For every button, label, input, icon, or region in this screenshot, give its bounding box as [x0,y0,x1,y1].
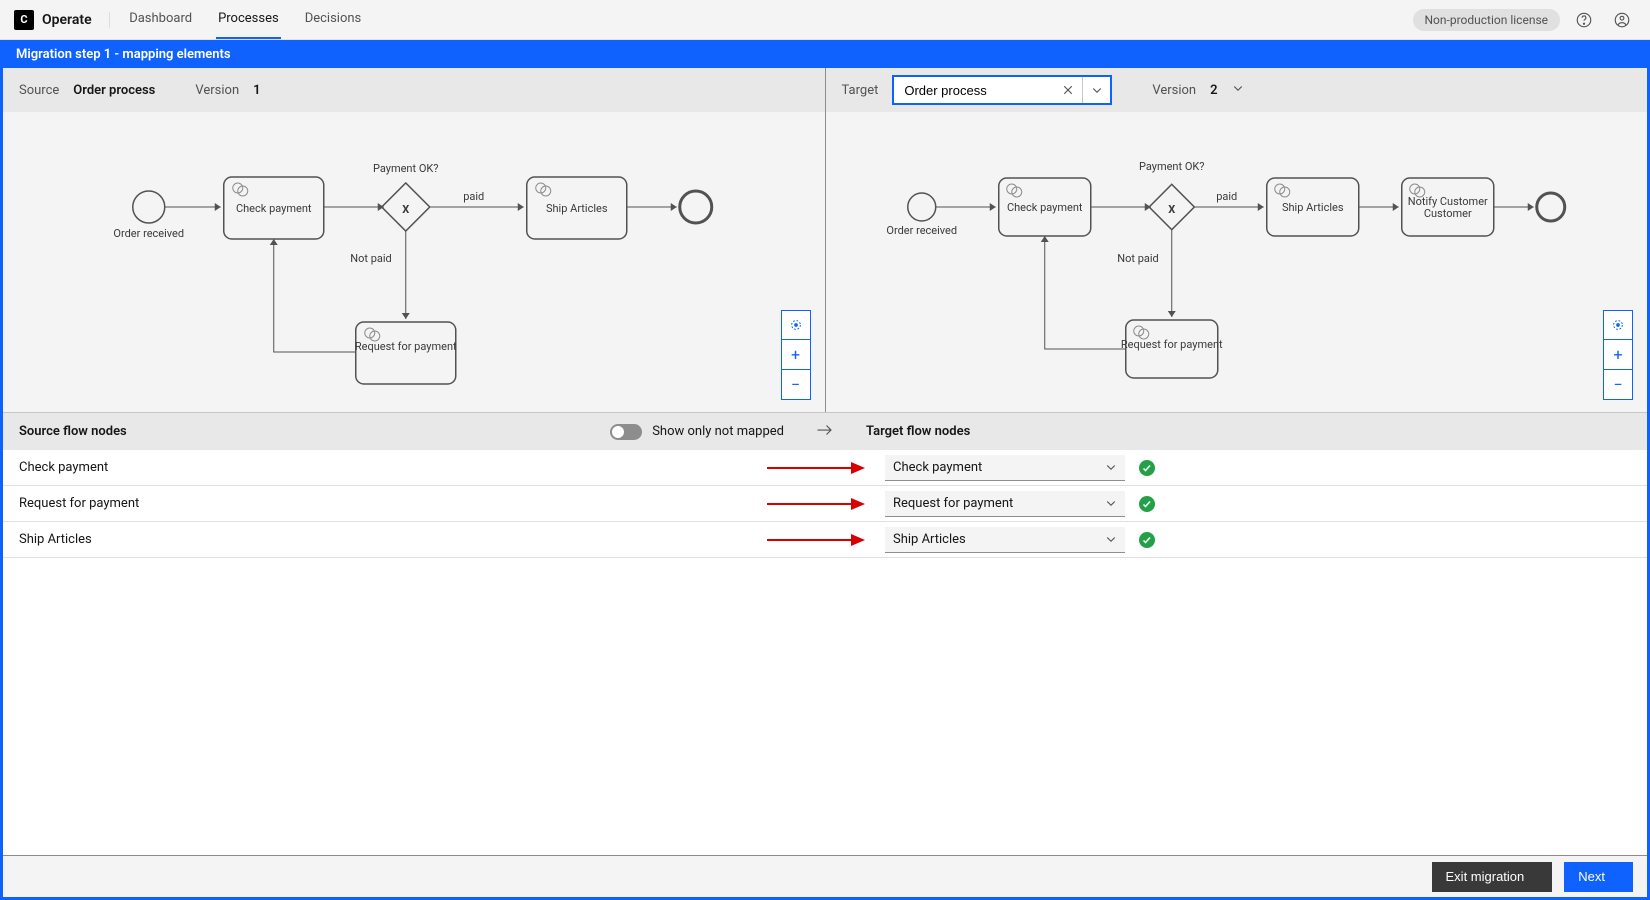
migration-step-title: Migration step 1 - mapping elements [0,40,1650,68]
source-node: Check payment [19,460,765,475]
svg-text:Request for payment: Request for payment [1120,338,1222,351]
chevron-down-icon[interactable] [1082,77,1110,103]
status-ok-icon [1139,532,1155,548]
mapping-row: Request for payment Request for payment [3,486,1647,522]
zoom-in-icon[interactable]: + [781,340,811,370]
target-version: 2 [1210,83,1217,98]
nav-links: Dashboard Processes Decisions [127,0,363,39]
source-version: 1 [253,83,260,98]
target-label: Target [842,83,879,98]
svg-text:paid: paid [1216,190,1237,203]
svg-text:X: X [402,203,409,216]
svg-text:Ship Articles: Ship Articles [546,202,608,215]
mapping-row: Ship Articles Ship Articles [3,522,1647,558]
svg-text:Payment OK?: Payment OK? [1138,160,1204,173]
target-flow-nodes-label: Target flow nodes [866,424,970,439]
zoom-out-icon[interactable]: − [1603,370,1633,400]
target-node-select[interactable]: Request for payment [885,491,1125,517]
source-version-label: Version [195,83,239,98]
svg-text:Payment OK?: Payment OK? [373,162,439,175]
mapping-arrow-icon [765,533,885,547]
source-node: Ship Articles [19,532,765,547]
mapping-rows: Check payment Check payment Request for … [3,450,1647,855]
license-pill: Non-production license [1413,9,1561,31]
source-node: Request for payment [19,496,765,511]
nav-separator: | [108,9,112,30]
target-node-select[interactable]: Check payment [885,455,1125,481]
source-label: Source [19,83,59,98]
source-context: Source Order process Version 1 [3,68,825,112]
forward-arrow-icon [816,423,834,441]
svg-text:X: X [1168,203,1175,216]
help-icon[interactable] [1570,6,1598,34]
mapping-header: Source flow nodes Show only not mapped T… [3,412,1647,450]
brand: C Operate [14,10,92,30]
svg-text:Order received: Order received [113,227,184,240]
status-ok-icon [1139,496,1155,512]
clear-icon[interactable] [1054,77,1082,103]
target-node-select[interactable]: Ship Articles [885,527,1125,553]
user-icon[interactable] [1608,6,1636,34]
target-node-value: Check payment [893,460,982,475]
diagrams-row: Order received Check payment X Payment O… [3,112,1647,412]
footer: Exit migration Next [3,855,1647,897]
target-context: Target Version 2 [825,68,1648,112]
svg-text:Not paid: Not paid [350,252,392,265]
top-nav: C Operate | Dashboard Processes Decision… [0,0,1650,40]
svg-text:Request for payment: Request for payment [355,340,457,353]
target-process-input[interactable] [894,83,1054,98]
source-process: Order process [73,83,155,98]
nav-processes[interactable]: Processes [216,0,281,39]
show-only-not-mapped-toggle[interactable] [610,424,642,440]
brand-text: Operate [42,12,92,28]
next-button[interactable]: Next [1564,862,1633,892]
source-flow-nodes-label: Source flow nodes [19,424,127,439]
nav-decisions[interactable]: Decisions [303,0,364,39]
target-node-value: Request for payment [893,496,1013,511]
svg-text:Customer: Customer [1423,207,1471,220]
target-version-dd[interactable] [1232,82,1244,98]
svg-text:Ship Articles: Ship Articles [1281,201,1343,214]
status-ok-icon [1139,460,1155,476]
source-diagram[interactable]: Order received Check payment X Payment O… [3,112,825,412]
mapping-arrow-icon [765,461,885,475]
target-version-label: Version [1152,83,1196,98]
exit-migration-button[interactable]: Exit migration [1432,862,1553,892]
svg-text:Check payment: Check payment [236,202,312,215]
nav-dashboard[interactable]: Dashboard [127,0,194,39]
reset-zoom-icon[interactable] [781,310,811,340]
context-row: Source Order process Version 1 Target Ve… [3,68,1647,112]
mapping-arrow-icon [765,497,885,511]
target-diagram[interactable]: Order received Check payment X Payment O… [825,112,1648,412]
svg-text:Order received: Order received [886,224,957,237]
svg-text:Not paid: Not paid [1117,252,1159,265]
brand-logo: C [14,10,34,30]
svg-text:paid: paid [463,190,484,203]
zoom-in-icon[interactable]: + [1603,340,1633,370]
target-node-value: Ship Articles [893,532,966,547]
target-process-combo[interactable] [892,75,1112,105]
svg-text:Check payment: Check payment [1006,201,1082,214]
mapping-row: Check payment Check payment [3,450,1647,486]
reset-zoom-icon[interactable] [1603,310,1633,340]
toggle-label: Show only not mapped [652,424,784,439]
zoom-out-icon[interactable]: − [781,370,811,400]
